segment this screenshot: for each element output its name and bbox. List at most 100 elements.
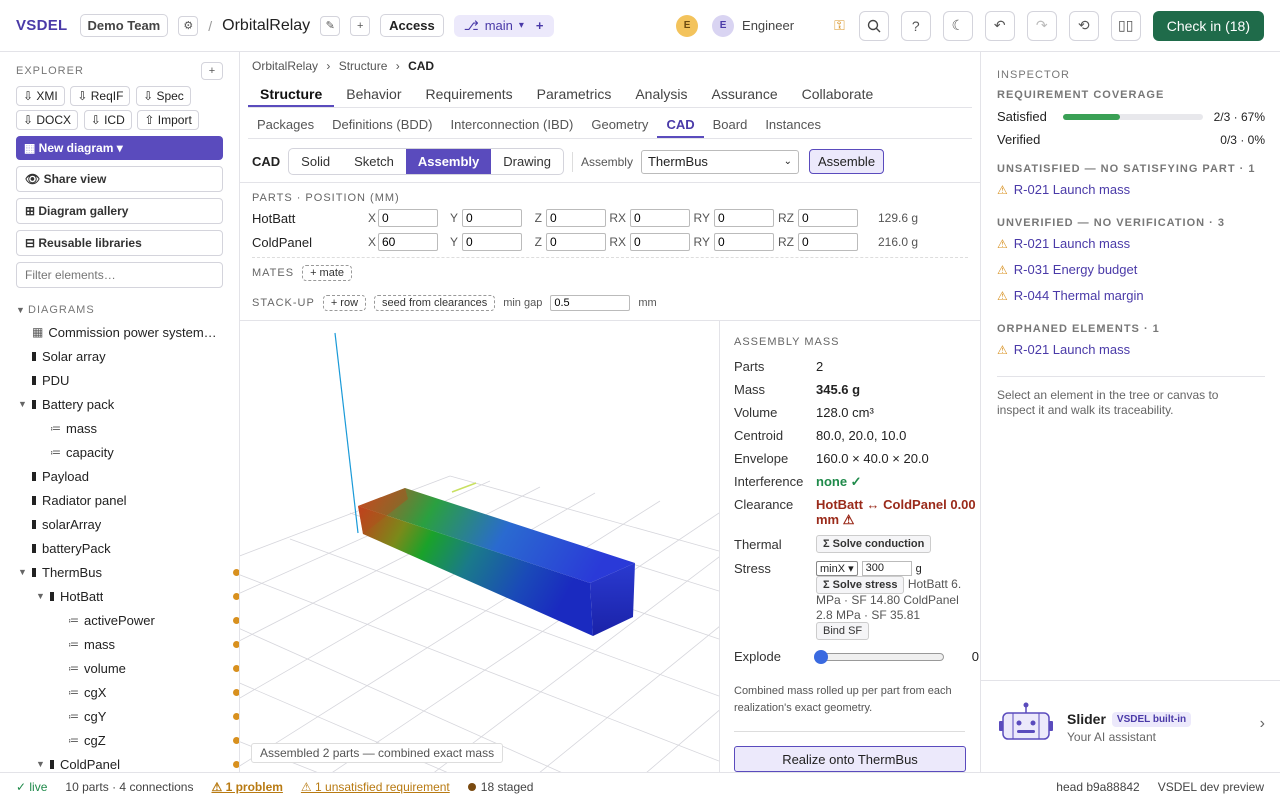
- explode-slider-thumb[interactable]: [814, 649, 829, 664]
- add-row-button[interactable]: + row: [322, 295, 367, 311]
- tree-item[interactable]: Payload: [16, 464, 239, 488]
- stress-load-input[interactable]: 300: [861, 561, 912, 576]
- tree-item[interactable]: ≔ capacity: [16, 440, 239, 464]
- tab-collaborate[interactable]: Collaborate: [790, 78, 886, 107]
- chevron-down-icon[interactable]: ▼: [18, 567, 32, 577]
- avatar[interactable]: E: [676, 14, 699, 37]
- position-input[interactable]: [714, 233, 774, 251]
- avatar[interactable]: E: [712, 14, 735, 37]
- team-selector[interactable]: Demo Team: [79, 14, 169, 37]
- problems-link[interactable]: ⚠ 1 problem: [211, 780, 282, 794]
- position-input[interactable]: [378, 209, 438, 227]
- min-gap-input[interactable]: [550, 295, 631, 311]
- tab-requirements[interactable]: Requirements: [414, 78, 525, 107]
- gear-icon[interactable]: ⚙: [178, 15, 199, 36]
- tree-item[interactable]: ▼ HotBatt: [16, 584, 239, 608]
- position-input[interactable]: [546, 233, 606, 251]
- assemble-button[interactable]: Assemble: [808, 149, 885, 174]
- branch-selector[interactable]: ⎇ main ▾ +: [453, 14, 554, 37]
- tree-item[interactable]: ≔ cgY: [16, 704, 239, 728]
- orphaned-item[interactable]: ⚠ R-021 Launch mass: [997, 342, 1130, 357]
- chevron-right-icon[interactable]: ›: [1260, 715, 1265, 733]
- position-input[interactable]: [378, 233, 438, 251]
- subtab-bdd[interactable]: Definitions (BDD): [323, 112, 441, 138]
- tab-parametrics[interactable]: Parametrics: [525, 78, 624, 107]
- subtab-ibd[interactable]: Interconnection (IBD): [442, 112, 583, 138]
- filter-input[interactable]: [16, 262, 223, 288]
- cad-3d-scene[interactable]: [240, 321, 719, 772]
- subtab-geometry[interactable]: Geometry: [582, 112, 657, 138]
- tree-item[interactable]: ≔ volume: [16, 656, 239, 680]
- export-docx-button[interactable]: ⇩ DOCX: [16, 110, 79, 130]
- import-button[interactable]: ⇧ Import: [137, 110, 199, 130]
- tab-assurance[interactable]: Assurance: [699, 78, 789, 107]
- unsatisfied-item[interactable]: ⚠ R-021 Launch mass: [997, 182, 1130, 197]
- tree-item[interactable]: solarArray: [16, 512, 239, 536]
- export-xmi-button[interactable]: ⇩ XMI: [16, 86, 65, 106]
- position-input[interactable]: [630, 233, 690, 251]
- cad-viewport[interactable]: Assembled 2 parts — combined exact mass: [240, 320, 719, 772]
- tree-item[interactable]: ≔ cgX: [16, 680, 239, 704]
- export-icd-button[interactable]: ⇩ ICD: [83, 110, 132, 130]
- position-input[interactable]: [714, 209, 774, 227]
- project-name[interactable]: OrbitalRelay: [222, 17, 310, 35]
- share-view-button[interactable]: 👁 Share view: [16, 166, 223, 192]
- tree-item[interactable]: ≔ mass: [16, 416, 239, 440]
- tree-item[interactable]: ▦ Commission power system…: [16, 320, 239, 344]
- assembly-solid[interactable]: [358, 488, 635, 636]
- tree-item[interactable]: batteryPack: [16, 536, 239, 560]
- mode-solid[interactable]: Solid: [289, 149, 342, 174]
- mode-sketch[interactable]: Sketch: [342, 149, 406, 174]
- subtab-instances[interactable]: Instances: [756, 112, 830, 138]
- tab-analysis[interactable]: Analysis: [623, 78, 699, 107]
- unverified-item[interactable]: ⚠ R-021 Launch mass: [997, 236, 1130, 251]
- position-input[interactable]: [462, 233, 522, 251]
- tree-item[interactable]: Solar array: [16, 344, 239, 368]
- position-input[interactable]: [462, 209, 522, 227]
- solve-conduction-button[interactable]: Σ Solve conduction: [816, 535, 932, 553]
- stress-axis-select[interactable]: minX ▾: [816, 561, 858, 576]
- plus-icon[interactable]: +: [350, 15, 371, 36]
- brand-logo[interactable]: VSDEL: [16, 17, 68, 34]
- position-input[interactable]: [798, 233, 858, 251]
- explode-slider[interactable]: [814, 649, 944, 664]
- tree-item[interactable]: ▼ ColdPanel: [16, 752, 239, 772]
- position-input[interactable]: [546, 209, 606, 227]
- chevron-down-icon[interactable]: ▼: [18, 399, 32, 409]
- add-mate-button[interactable]: + mate: [302, 265, 353, 281]
- mode-assembly[interactable]: Assembly: [405, 149, 492, 174]
- tree-item[interactable]: PDU: [16, 368, 239, 392]
- search-icon[interactable]: [858, 10, 889, 41]
- tree-item[interactable]: ≔ activePower: [16, 608, 239, 632]
- add-branch-icon[interactable]: +: [536, 18, 544, 33]
- history-icon[interactable]: ⟲: [1068, 10, 1099, 41]
- realize-button[interactable]: Realize onto ThermBus: [734, 746, 966, 772]
- redo-icon[interactable]: ↷: [1026, 10, 1057, 41]
- tree-item[interactable]: ▼ Battery pack: [16, 392, 239, 416]
- undo-icon[interactable]: ↶: [984, 10, 1015, 41]
- reusable-libraries-button[interactable]: ⊟ Reusable libraries: [16, 230, 223, 256]
- staged-indicator[interactable]: 18 staged: [467, 780, 533, 794]
- help-icon[interactable]: ?: [900, 10, 931, 41]
- unverified-item[interactable]: ⚠ R-044 Thermal margin: [997, 288, 1144, 303]
- tree-item[interactable]: ≔ mass: [16, 632, 239, 656]
- key-icon[interactable]: ⚿: [834, 17, 845, 34]
- assistant-card[interactable]: Slider VSDEL built-in Your AI assistant …: [981, 680, 1280, 772]
- tree-item[interactable]: ▼ ThermBus: [16, 560, 239, 584]
- bind-sf-button[interactable]: Bind SF: [816, 622, 870, 640]
- chevron-down-icon[interactable]: ▼: [36, 759, 50, 769]
- breadcrumb-item[interactable]: OrbitalRelay: [252, 59, 318, 73]
- subtab-cad[interactable]: CAD: [657, 112, 704, 138]
- position-input[interactable]: [630, 209, 690, 227]
- add-element-icon[interactable]: +: [201, 62, 223, 80]
- unverified-item[interactable]: ⚠ R-031 Energy budget: [997, 262, 1137, 277]
- moon-icon[interactable]: ☾: [942, 10, 973, 41]
- subtab-board[interactable]: Board: [704, 112, 757, 138]
- seed-clearances-button[interactable]: seed from clearances: [374, 295, 496, 311]
- subtab-packages[interactable]: Packages: [248, 112, 323, 138]
- position-input[interactable]: [798, 209, 858, 227]
- solve-stress-button[interactable]: Σ Solve stress: [816, 576, 905, 594]
- export-reqif-button[interactable]: ⇩ ReqIF: [70, 86, 131, 106]
- pencil-icon[interactable]: ✎: [320, 15, 341, 36]
- tree-item[interactable]: ≔ cgZ: [16, 728, 239, 752]
